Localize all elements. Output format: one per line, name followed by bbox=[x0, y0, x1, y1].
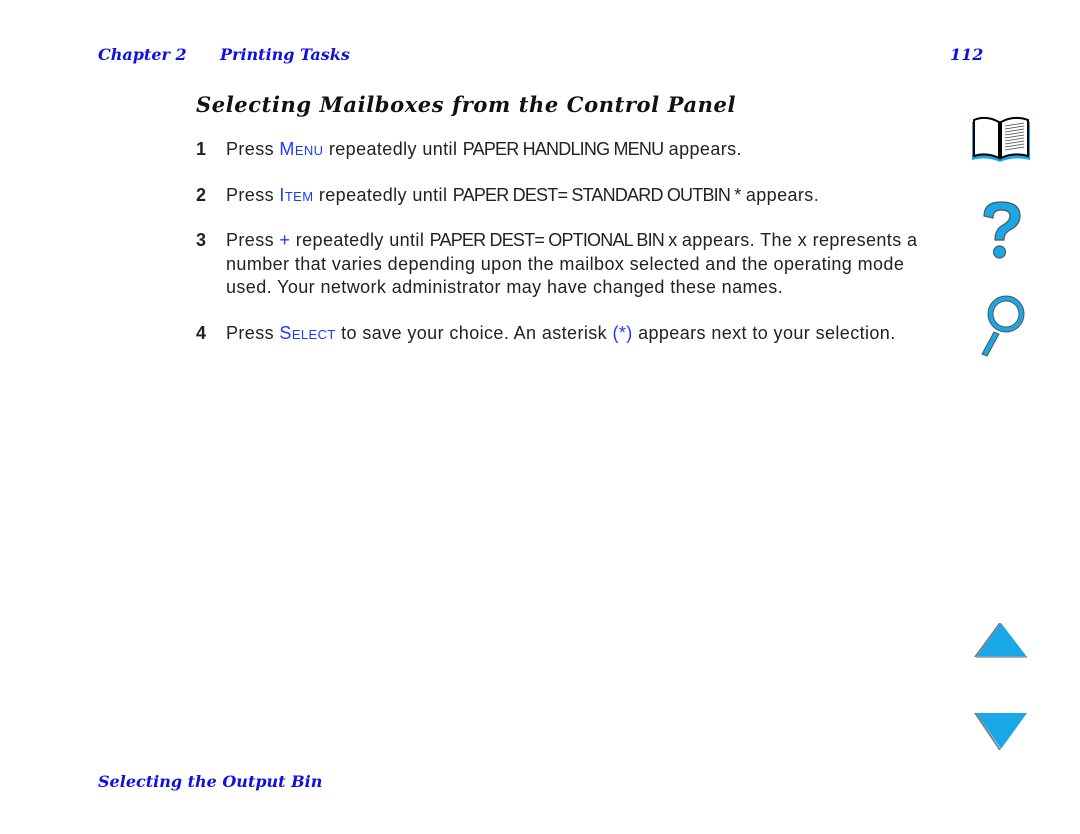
asterisk-symbol: (*) bbox=[612, 322, 633, 343]
step-text: Press bbox=[226, 322, 280, 343]
display-message: PAPER DEST= OPTIONAL BIN x bbox=[429, 230, 678, 250]
step-3: 3 Press + repeatedly until PAPER DEST= O… bbox=[196, 229, 936, 300]
chapter-title-link[interactable]: Printing Tasks bbox=[220, 45, 350, 64]
plus-key: + bbox=[279, 230, 291, 250]
contents-button[interactable] bbox=[966, 114, 1036, 171]
step-text: Press bbox=[226, 139, 280, 159]
step-2: 2 Press Item repeatedly until PAPER DEST… bbox=[196, 184, 936, 208]
step-text: Press bbox=[226, 184, 280, 205]
question-mark-icon bbox=[983, 201, 1021, 259]
next-page-button[interactable] bbox=[974, 710, 1030, 757]
step-text: appears. bbox=[663, 139, 742, 159]
display-message: PAPER HANDLING MENU bbox=[462, 139, 664, 159]
footer-link[interactable]: Selecting the Output Bin bbox=[98, 772, 322, 791]
section-title: Selecting Mailboxes from the Control Pan… bbox=[196, 92, 737, 117]
step-number: 2 bbox=[196, 184, 207, 205]
steps-list: 1 Press Menu repeatedly until PAPER HAND… bbox=[196, 138, 936, 367]
item-key: Item bbox=[279, 184, 314, 205]
search-button[interactable] bbox=[974, 290, 1028, 363]
help-button[interactable] bbox=[976, 198, 1026, 269]
step-4: 4 Press Select to save your choice. An a… bbox=[196, 322, 936, 346]
step-number: 3 bbox=[196, 230, 207, 250]
select-key: Select bbox=[279, 322, 336, 343]
step-text: repeatedly until bbox=[313, 184, 453, 205]
step-text: repeatedly until bbox=[323, 139, 463, 159]
step-text: appears. bbox=[740, 184, 820, 205]
step-1: 1 Press Menu repeatedly until PAPER HAND… bbox=[196, 138, 936, 162]
chapter-label[interactable]: Chapter 2 bbox=[98, 45, 187, 64]
page-number: 112 bbox=[950, 45, 984, 64]
step-number: 4 bbox=[196, 322, 207, 343]
up-arrow-icon bbox=[974, 623, 1027, 658]
down-arrow-icon bbox=[974, 713, 1027, 750]
magnifier-icon bbox=[981, 295, 1025, 357]
step-text: repeatedly until bbox=[290, 230, 430, 250]
previous-page-button[interactable] bbox=[974, 620, 1030, 665]
menu-key: Menu bbox=[279, 139, 324, 159]
step-text: Press bbox=[226, 230, 280, 250]
step-number: 1 bbox=[196, 139, 207, 159]
step-text: appears next to your selection. bbox=[632, 322, 896, 343]
step-text: to save your choice. An asterisk bbox=[335, 322, 613, 343]
book-icon bbox=[972, 116, 1030, 162]
display-message: PAPER DEST= STANDARD OUTBIN * bbox=[452, 184, 741, 205]
